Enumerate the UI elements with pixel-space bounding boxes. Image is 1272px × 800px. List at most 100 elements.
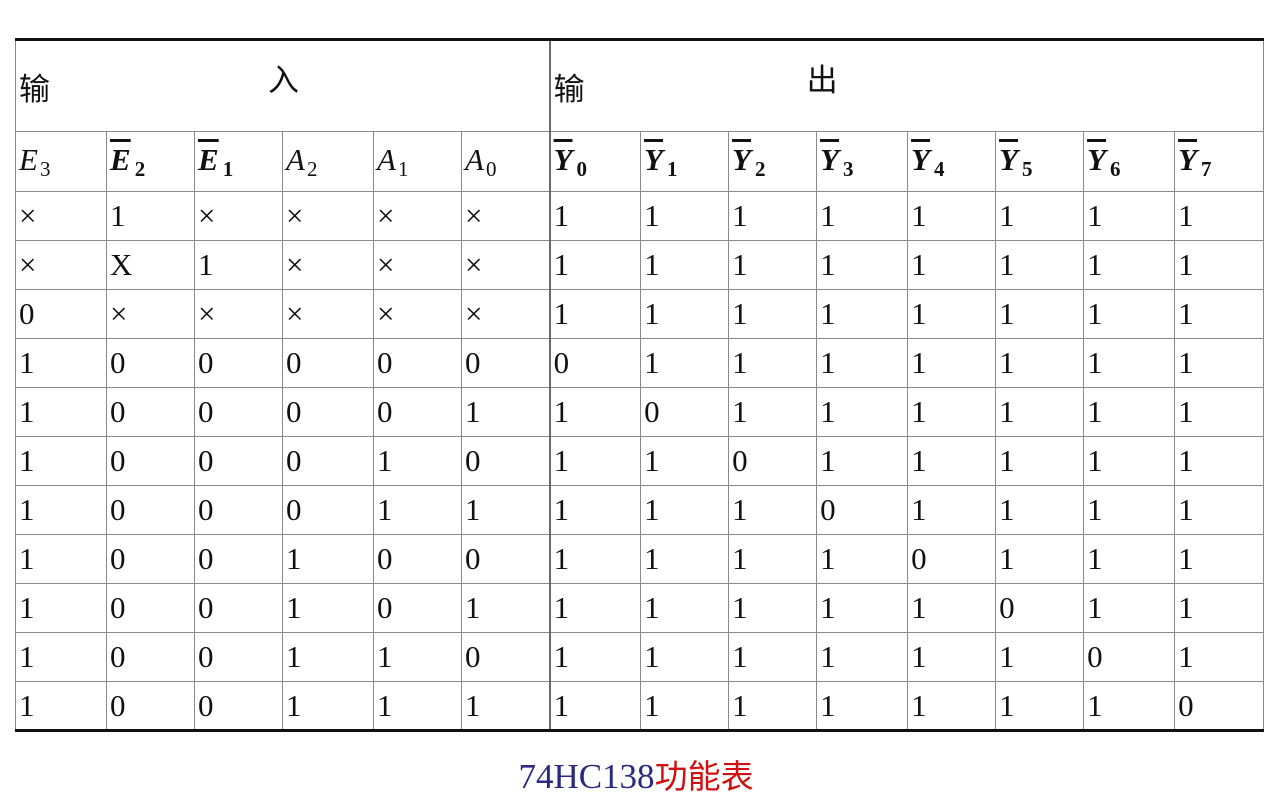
caption-chip-name: 74HC138 <box>518 757 655 796</box>
table-cell: 1 <box>816 534 909 584</box>
table-cell: 0 <box>282 485 374 535</box>
table-cell: 1 <box>106 191 195 241</box>
table-cell: 1 <box>640 632 730 682</box>
table-cell: 1 <box>640 338 730 388</box>
table-cell: 1 <box>640 583 730 633</box>
table-cell: 1 <box>549 534 642 584</box>
table-cell: 0 <box>194 583 283 633</box>
table-cell: 1 <box>728 387 818 437</box>
table-cell: 1 <box>816 338 909 388</box>
table-cell: 0 <box>373 583 462 633</box>
function-table: 输 入 输 出 E3 E 2 E 1 A2 A1 A0 Y 0 Y 1 Y 2 Y 3 Y 4 Y 5 Y 6 Y 7 × 1 ×… <box>14 38 1265 732</box>
table-cell: 1 <box>640 534 730 584</box>
table-row: × 1 × × × × 1 1 1 1 1 1 1 1 <box>15 191 1265 241</box>
column-header-e2-bar: E2 <box>106 131 195 192</box>
column-header-y4-bar: Y4 <box>907 131 997 192</box>
table-cell: × <box>373 240 462 290</box>
table-cell: 1 <box>1083 436 1176 486</box>
header-letter: A <box>286 141 305 177</box>
column-header-e1-bar: E1 <box>194 131 283 192</box>
table-cell: 1 <box>640 191 730 241</box>
table-cell: 1 <box>460 485 551 535</box>
column-header-a2: A2 <box>282 131 374 192</box>
table-cell: 1 <box>1083 387 1176 437</box>
header-subscript: 5 <box>1022 156 1033 181</box>
table-row: 10000001111111 <box>15 338 1265 388</box>
table-row: 10011011111101 <box>15 632 1265 682</box>
table-cell: 0 <box>194 485 283 535</box>
column-header-a1: A1 <box>373 131 462 192</box>
column-header-y3-bar: Y3 <box>816 131 909 192</box>
table-cell: 1 <box>1174 436 1265 486</box>
header-letter: Y <box>1087 141 1106 177</box>
table-cell: 1 <box>15 387 107 437</box>
table-row: 10010011110111 <box>15 534 1265 584</box>
header-letter: E <box>198 141 219 177</box>
header-subscript: 1 <box>667 156 678 181</box>
table-row: 10000110111111 <box>15 387 1265 437</box>
table-cell: 1 <box>728 485 818 535</box>
input-group-header: 输 入 <box>14 38 551 132</box>
table-row: × X 1 × × × 1 1 1 1 1 1 1 1 <box>15 240 1265 290</box>
table-cell: 0 <box>460 338 551 388</box>
output-group-header: 输 出 <box>549 38 1265 132</box>
table-cell: 1 <box>15 485 107 535</box>
table-cell: × <box>460 240 551 290</box>
table-cell: 1 <box>907 436 997 486</box>
table-cell: 1 <box>640 485 730 535</box>
table-cell: 1 <box>995 485 1085 535</box>
table-cell: 1 <box>995 289 1085 339</box>
table-cell: 1 <box>15 436 107 486</box>
header-letter: A <box>377 141 396 177</box>
header-subscript: 2 <box>306 156 318 181</box>
table-cell: 1 <box>1174 583 1265 633</box>
table-cell: 0 <box>194 534 283 584</box>
table-cell: 0 <box>194 338 283 388</box>
table-cell: 1 <box>728 632 818 682</box>
table-cell: 1 <box>995 632 1085 682</box>
table-cell: 0 <box>640 387 730 437</box>
table-cell: 1 <box>1083 338 1176 388</box>
table-cell: × <box>15 240 107 290</box>
table-cell: 1 <box>816 240 909 290</box>
table-cell: 1 <box>907 338 997 388</box>
table-row: 10011111111110 <box>15 681 1265 732</box>
table-cell: 1 <box>460 681 551 732</box>
column-header-y0-bar: Y0 <box>549 131 642 192</box>
table-cell: 0 <box>282 338 374 388</box>
header-subscript: 3 <box>843 156 854 181</box>
table-cell: 0 <box>106 534 195 584</box>
table-cell: 0 <box>282 436 374 486</box>
table-cell: × <box>194 289 283 339</box>
table-row: 10010111111011 <box>15 583 1265 633</box>
table-cell: 1 <box>282 534 374 584</box>
table-cell: 1 <box>995 191 1085 241</box>
table-cell: 1 <box>816 387 909 437</box>
table-cell: 1 <box>816 436 909 486</box>
header-subscript: 6 <box>1110 156 1121 181</box>
table-cell: 1 <box>15 534 107 584</box>
table-cell: 0 <box>106 632 195 682</box>
table-cell: 0 <box>373 534 462 584</box>
table-cell: 1 <box>549 583 642 633</box>
table-cell: 1 <box>549 485 642 535</box>
table-cell: 0 <box>728 436 818 486</box>
table-cell: 1 <box>1083 289 1176 339</box>
table-caption: 74HC138功能表 <box>0 757 1272 797</box>
header-subscript: 7 <box>1201 156 1212 181</box>
column-header-y1-bar: Y1 <box>640 131 730 192</box>
table-cell: 1 <box>549 681 642 732</box>
column-header-y2-bar: Y2 <box>728 131 818 192</box>
table-cell: 1 <box>640 681 730 732</box>
table-cell: 1 <box>549 289 642 339</box>
header-letter: E <box>110 141 131 177</box>
table-cell: 1 <box>373 485 462 535</box>
header-letter: Y <box>1178 141 1197 177</box>
table-cell: × <box>282 289 374 339</box>
table-cell: 0 <box>106 681 195 732</box>
table-cell: 1 <box>373 632 462 682</box>
table-cell: 1 <box>549 632 642 682</box>
table-cell: 1 <box>1174 485 1265 535</box>
table-cell: 0 <box>995 583 1085 633</box>
table-cell: X <box>106 240 195 290</box>
